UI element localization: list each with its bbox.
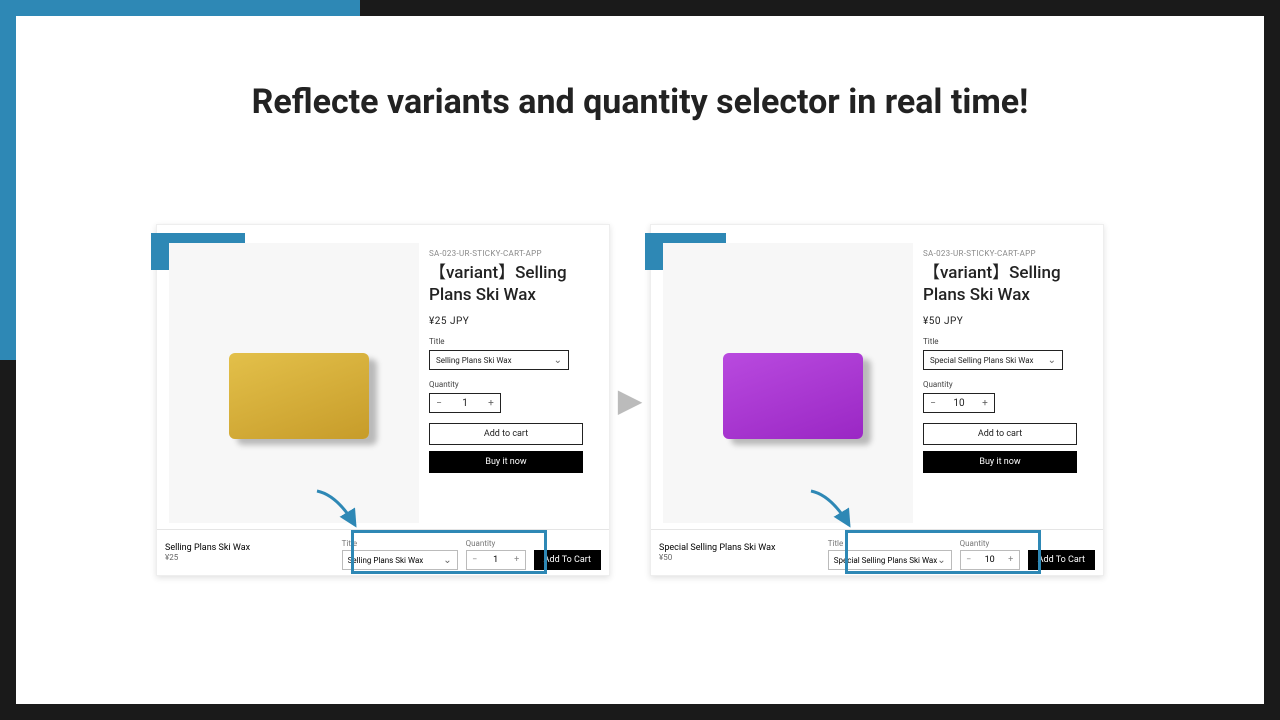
product-title: 【variant】Selling Plans Ski Wax	[429, 262, 591, 306]
product-photo-after	[663, 243, 913, 523]
add-to-cart-button[interactable]: Add to cart	[429, 423, 583, 445]
sticky-variant-value: Special Selling Plans Ski Wax	[834, 556, 938, 565]
product-title: 【variant】Selling Plans Ski Wax	[923, 262, 1085, 306]
variant-label: Title	[429, 337, 591, 346]
sticky-bar-after: Special Selling Plans Ski Wax ¥50 Title …	[651, 529, 1103, 575]
product-sku: SA-023-UR-STICKY-CART-APP	[923, 249, 1085, 258]
sticky-info: Special Selling Plans Ski Wax ¥50	[659, 543, 775, 562]
sticky-info: Selling Plans Ski Wax ¥25	[165, 543, 250, 562]
sticky-add-button-after[interactable]: Add To Cart	[1028, 550, 1095, 570]
sticky-variant-label: Title	[342, 539, 458, 548]
wax-icon-yellow	[229, 353, 369, 439]
product-area-before: SA-023-UR-STICKY-CART-APP 【variant】Selli…	[169, 243, 597, 523]
sticky-variant-select-after[interactable]: Special Selling Plans Ski Wax	[828, 550, 952, 570]
minus-icon[interactable]: −	[924, 398, 942, 409]
product-price-after: ¥50 JPY	[923, 316, 1085, 327]
minus-icon[interactable]: −	[467, 555, 483, 565]
chevron-down-icon	[1048, 355, 1056, 366]
plus-icon[interactable]: +	[509, 555, 525, 565]
sticky-variant-label: Title	[828, 539, 952, 548]
sticky-price: ¥50	[659, 553, 775, 562]
sticky-variant-select-before[interactable]: Selling Plans Ski Wax	[342, 550, 458, 570]
arrow-icon	[801, 485, 861, 535]
quantity-value: 1	[448, 398, 482, 409]
minus-icon[interactable]: −	[430, 398, 448, 409]
sticky-add-button-before[interactable]: Add To Cart	[534, 550, 601, 570]
chevron-down-icon	[937, 555, 945, 566]
sticky-qty-stepper-before[interactable]: − 1 +	[466, 550, 526, 570]
sticky-qty-value: 10	[977, 555, 1003, 565]
sticky-qty-value: 1	[483, 555, 509, 565]
product-area-after: SA-023-UR-STICKY-CART-APP 【variant】Selli…	[663, 243, 1091, 523]
quantity-value: 10	[942, 398, 976, 409]
sticky-title: Selling Plans Ski Wax	[165, 543, 250, 553]
plus-icon[interactable]: +	[976, 398, 994, 409]
after-panel: After SA-023-UR-STICKY-CART-APP 【variant…	[650, 224, 1104, 576]
chevron-down-icon	[554, 355, 562, 366]
variant-select-value: Selling Plans Ski Wax	[436, 356, 512, 365]
buy-now-button[interactable]: Buy it now	[429, 451, 583, 473]
variant-select-after[interactable]: Special Selling Plans Ski Wax	[923, 350, 1063, 370]
sticky-title: Special Selling Plans Ski Wax	[659, 543, 775, 553]
product-sku: SA-023-UR-STICKY-CART-APP	[429, 249, 591, 258]
arrow-icon	[307, 485, 367, 535]
before-panel: Before SA-023-UR-STICKY-CART-APP 【varian…	[156, 224, 610, 576]
quantity-label: Quantity	[429, 380, 591, 389]
product-details-before: SA-023-UR-STICKY-CART-APP 【variant】Selli…	[419, 243, 597, 523]
headline: Reflecte variants and quantity selector …	[16, 82, 1264, 122]
quantity-stepper-after[interactable]: − 10 +	[923, 393, 995, 413]
product-photo-before	[169, 243, 419, 523]
transition-arrow-icon: ▶	[610, 224, 650, 576]
quantity-label: Quantity	[923, 380, 1085, 389]
product-price-before: ¥25 JPY	[429, 316, 591, 327]
sticky-price: ¥25	[165, 553, 250, 562]
variant-label: Title	[923, 337, 1085, 346]
buy-now-button[interactable]: Buy it now	[923, 451, 1077, 473]
sticky-bar-before: Selling Plans Ski Wax ¥25 Title Selling …	[157, 529, 609, 575]
variant-select-before[interactable]: Selling Plans Ski Wax	[429, 350, 569, 370]
sticky-qty-label: Quantity	[466, 539, 526, 548]
variant-select-value: Special Selling Plans Ski Wax	[930, 356, 1034, 365]
sticky-variant-value: Selling Plans Ski Wax	[348, 556, 424, 565]
chevron-down-icon	[443, 555, 451, 566]
plus-icon[interactable]: +	[482, 398, 500, 409]
wax-icon-purple	[723, 353, 863, 439]
product-details-after: SA-023-UR-STICKY-CART-APP 【variant】Selli…	[913, 243, 1091, 523]
minus-icon[interactable]: −	[961, 555, 977, 565]
plus-icon[interactable]: +	[1003, 555, 1019, 565]
sticky-qty-label: Quantity	[960, 539, 1020, 548]
quantity-stepper-before[interactable]: − 1 +	[429, 393, 501, 413]
add-to-cart-button[interactable]: Add to cart	[923, 423, 1077, 445]
sticky-qty-stepper-after[interactable]: − 10 +	[960, 550, 1020, 570]
content-card: Reflecte variants and quantity selector …	[16, 16, 1264, 704]
